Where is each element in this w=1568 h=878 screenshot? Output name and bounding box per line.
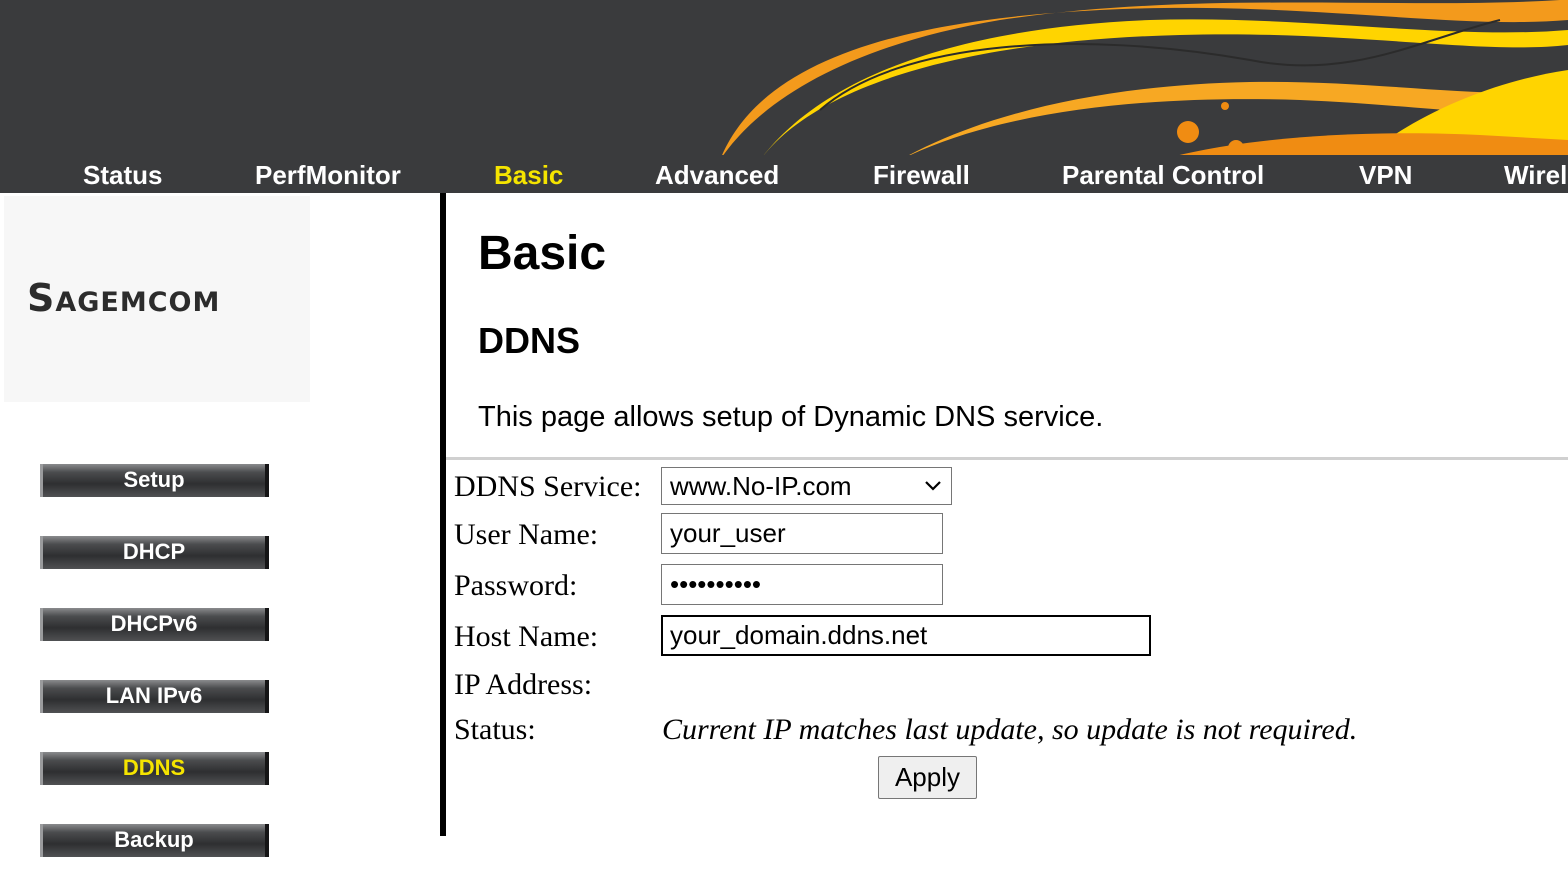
page-description: This page allows setup of Dynamic DNS se… — [478, 401, 1104, 433]
sidebar-item-backup[interactable]: Backup — [40, 824, 269, 857]
ddns-service-label: DDNS Service: — [454, 470, 642, 503]
ddns-service-select[interactable]: www.No-IP.com — [661, 467, 952, 505]
header-banner: Status PerfMonitor Basic Advanced Firewa… — [0, 0, 1568, 193]
user-name-input[interactable]: your_user — [661, 513, 943, 554]
sidebar-item-lan-ipv6[interactable]: LAN IPv6 — [40, 680, 269, 713]
host-name-input[interactable]: your_domain.ddns.net — [661, 615, 1151, 656]
ip-address-value-redacted — [661, 668, 861, 704]
nav-advanced[interactable]: Advanced — [655, 159, 779, 191]
host-name-label: Host Name: — [454, 620, 599, 653]
ip-address-label: IP Address: — [454, 668, 593, 701]
status-label: Status: — [454, 713, 536, 746]
password-label: Password: — [454, 569, 578, 602]
nav-status[interactable]: Status — [83, 159, 162, 191]
nav-basic[interactable]: Basic — [494, 159, 563, 191]
sagemcom-logo: Sagemcom — [27, 276, 221, 320]
nav-perfmonitor[interactable]: PerfMonitor — [255, 159, 401, 191]
sidebar-item-setup[interactable]: Setup — [40, 464, 269, 497]
horizontal-rule — [446, 457, 1568, 460]
ddns-service-value: www.No-IP.com — [670, 471, 852, 501]
status-message: Current IP matches last update, so updat… — [662, 713, 1358, 746]
sidebar-item-dhcpv6[interactable]: DHCPv6 — [40, 608, 269, 641]
section-title: DDNS — [478, 320, 581, 361]
nav-wireless[interactable]: Wirel — [1504, 159, 1567, 191]
user-name-label: User Name: — [454, 518, 599, 551]
decorative-swirl-graphic — [720, 0, 1568, 160]
chevron-down-icon — [925, 481, 941, 491]
page-title: Basic — [478, 227, 607, 280]
apply-button[interactable]: Apply — [878, 756, 977, 799]
vertical-divider — [440, 193, 446, 836]
password-input[interactable]: •••••••••• — [661, 564, 943, 605]
sidebar-item-ddns[interactable]: DDNS — [40, 752, 269, 785]
nav-vpn[interactable]: VPN — [1359, 159, 1412, 191]
sidebar-item-dhcp[interactable]: DHCP — [40, 536, 269, 569]
nav-firewall[interactable]: Firewall — [873, 159, 970, 191]
top-navigation: Status PerfMonitor Basic Advanced Firewa… — [0, 155, 1568, 193]
nav-parental-control[interactable]: Parental Control — [1062, 159, 1264, 191]
